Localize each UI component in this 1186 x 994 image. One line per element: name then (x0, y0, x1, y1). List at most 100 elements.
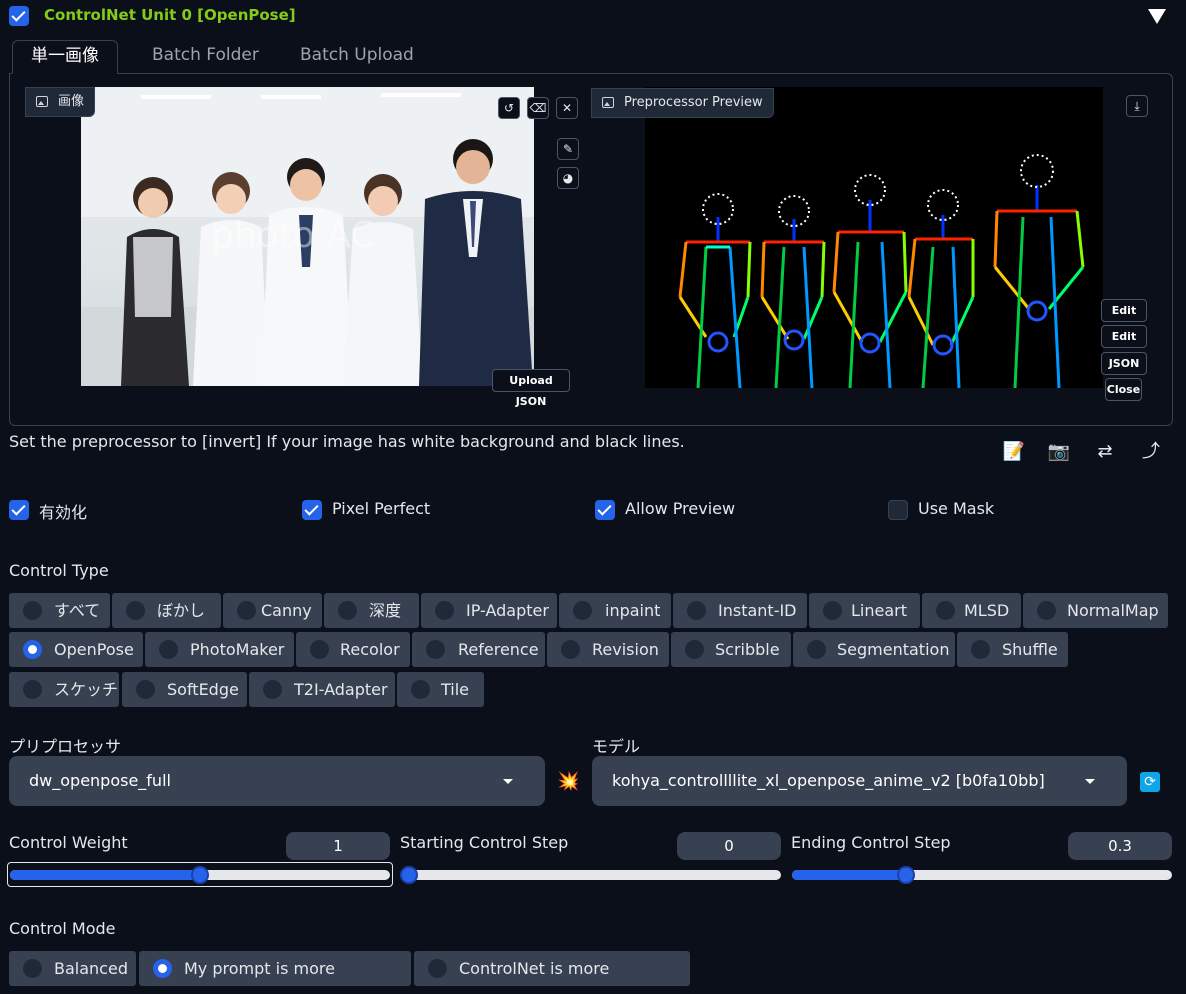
json-button[interactable]: JSON (1101, 352, 1147, 375)
edit-button[interactable]: Edit (1101, 325, 1147, 348)
radio-dot (428, 959, 447, 978)
control-type-option[interactable]: Instant-ID (673, 593, 807, 628)
control-mode-balanced[interactable]: Balanced (9, 951, 136, 986)
control-type-option[interactable]: Shuffle (957, 632, 1068, 667)
image-icon (602, 97, 614, 108)
control-type-option[interactable]: Lineart (809, 593, 920, 628)
control-type-option[interactable]: NormalMap (1023, 593, 1168, 628)
radio-dot (159, 640, 178, 659)
allow-preview-checkbox[interactable] (595, 500, 615, 520)
unit-enable-checkbox[interactable] (9, 6, 29, 26)
preprocessor-hint: Set the preprocessor to [invert] If your… (9, 432, 685, 451)
radio-dot (936, 601, 955, 620)
starting-step-label: Starting Control Step (400, 833, 569, 852)
starting-step-slider[interactable] (400, 866, 781, 884)
enable-checkbox[interactable] (9, 500, 29, 520)
control-type-option[interactable]: MLSD (922, 593, 1021, 628)
use-mask-checkbox[interactable] (888, 500, 908, 520)
watermark-text: photo AC (211, 215, 375, 256)
radio-dot (426, 640, 445, 659)
control-mode-prompt[interactable]: My prompt is more important (139, 951, 411, 986)
control-type-option[interactable]: Tile (397, 672, 484, 707)
enable-label: 有効化 (39, 503, 88, 522)
control-type-option[interactable]: inpaint (559, 593, 671, 628)
radio-dot (153, 959, 172, 978)
radio-dot (23, 680, 42, 699)
tab-batch-folder[interactable]: Batch Folder (152, 40, 259, 74)
collapse-arrow-icon[interactable] (1148, 9, 1166, 24)
control-type-option[interactable]: Segmentation (793, 632, 955, 667)
control-type-option[interactable]: SoftEdge (122, 672, 247, 707)
use-mask-label: Use Mask (918, 499, 995, 518)
control-weight-slider[interactable] (10, 866, 390, 884)
close-button[interactable]: Close (1105, 378, 1142, 401)
pixel-perfect-label: Pixel Perfect (332, 499, 431, 518)
input-image-label: 画像 (25, 87, 96, 117)
refresh-icon[interactable]: ⟳ (1140, 772, 1160, 792)
radio-dot (263, 680, 282, 699)
undo-icon[interactable]: ↺ (498, 97, 520, 119)
close-icon[interactable]: ✕ (556, 97, 578, 119)
swap-icon[interactable]: ⇄ (1093, 440, 1117, 464)
palette-icon[interactable]: ◕ (557, 167, 579, 189)
image-icon (36, 96, 48, 107)
download-icon[interactable]: ⤓ (1126, 95, 1148, 117)
slider-fill (792, 870, 906, 880)
tab-single-image[interactable]: 単一画像 (12, 40, 118, 74)
slider-thumb[interactable] (191, 866, 209, 884)
control-type-option[interactable]: ぼかし (112, 593, 221, 628)
control-type-option[interactable]: すべて (9, 593, 110, 628)
model-dropdown[interactable]: kohya_controllllite_xl_openpose_anime_v2… (592, 756, 1127, 806)
radio-dot (1037, 601, 1056, 620)
preview-label: Preprocessor Preview (591, 88, 774, 118)
pixel-perfect-checkbox[interactable] (302, 500, 322, 520)
edit-photopea-button[interactable]: Edit (1101, 299, 1147, 339)
control-type-option[interactable]: PhotoMaker (145, 632, 294, 667)
control-mode-label: Control Mode (9, 919, 116, 938)
control-type-option-selected[interactable]: OpenPose (9, 632, 143, 667)
control-type-option[interactable]: Revision (547, 632, 669, 667)
upload-json-button[interactable]: Upload JSON (492, 369, 570, 408)
radio-dot (126, 601, 145, 620)
control-type-option[interactable]: IP-Adapter (421, 593, 557, 628)
radio-dot (237, 601, 256, 620)
control-type-option[interactable]: スケッチ (9, 672, 119, 707)
control-weight-input[interactable]: 1 (286, 832, 390, 860)
radio-dot (411, 680, 430, 699)
ending-step-slider[interactable] (792, 866, 1172, 884)
radio-dot (971, 640, 990, 659)
starting-step-input[interactable]: 0 (677, 832, 781, 860)
ending-step-label: Ending Control Step (791, 833, 951, 852)
radio-dot (561, 640, 580, 659)
control-type-option[interactable]: Canny (223, 593, 322, 628)
input-image-label-text: 画像 (58, 94, 85, 109)
control-type-option[interactable]: Reference (412, 632, 545, 667)
send-dimensions-icon[interactable]: ⤴ (1139, 440, 1163, 464)
eraser-icon[interactable]: ⌫ (527, 97, 549, 119)
tab-batch-upload[interactable]: Batch Upload (300, 40, 414, 74)
control-mode-controlnet[interactable]: ControlNet is more important (414, 951, 690, 986)
slider-fill (10, 870, 200, 880)
notes-icon[interactable]: 📝 (1002, 440, 1026, 464)
radio-dot (687, 601, 706, 620)
slider-thumb[interactable] (897, 866, 915, 884)
radio-dot (23, 959, 42, 978)
camera-icon[interactable]: 📷 (1047, 440, 1071, 464)
run-preprocessor-icon[interactable]: 💥 (557, 771, 579, 792)
brush-icon[interactable]: ✎ (557, 138, 579, 160)
preview-label-text: Preprocessor Preview (624, 95, 763, 110)
radio-dot (310, 640, 329, 659)
radio-dot (435, 601, 454, 620)
control-type-option[interactable]: Recolor (296, 632, 410, 667)
ending-step-input[interactable]: 0.3 (1068, 832, 1172, 860)
radio-dot (823, 601, 842, 620)
preprocessor-dropdown[interactable]: dw_openpose_full (9, 756, 545, 806)
input-image[interactable]: photo AC (81, 87, 534, 386)
model-label: モデル (592, 737, 641, 756)
slider-thumb[interactable] (400, 866, 418, 884)
control-type-option[interactable]: T2I-Adapter (249, 672, 395, 707)
control-type-option[interactable]: 深度 (324, 593, 419, 628)
chevron-down-icon (503, 779, 513, 784)
control-type-option[interactable]: Scribble (671, 632, 791, 667)
radio-dot (807, 640, 826, 659)
